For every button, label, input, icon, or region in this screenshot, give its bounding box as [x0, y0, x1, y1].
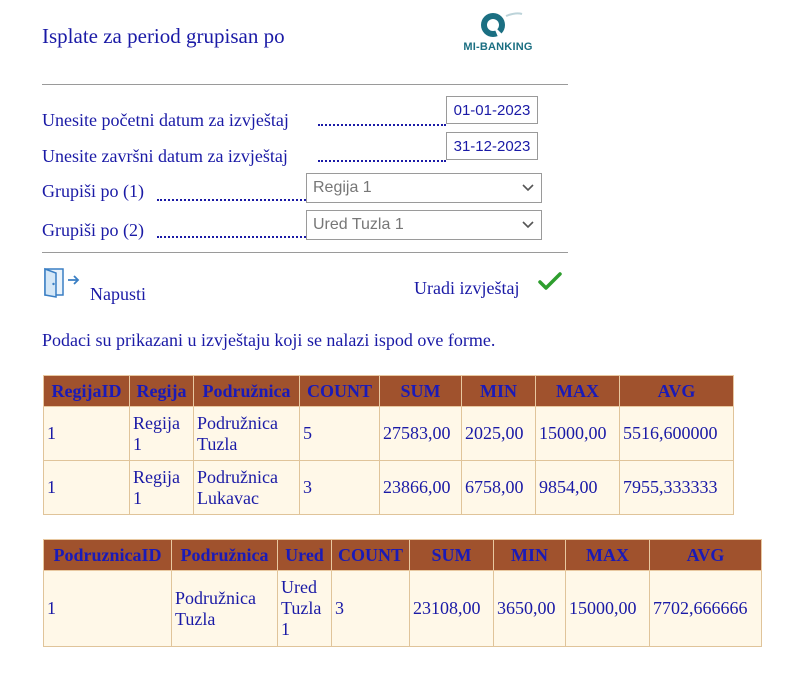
- column-header[interactable]: Podružnica: [171, 539, 278, 571]
- dotted-leader: [318, 124, 446, 126]
- table-cell: Podružnica Tuzla: [171, 570, 278, 647]
- column-header[interactable]: SUM: [379, 375, 462, 407]
- info-note: Podaci su prikazani u izvještaju koji se…: [42, 330, 496, 350]
- table-cell: 5516,600000: [619, 406, 734, 461]
- table-row: 1 Regija 1 Podružnica Tuzla 5 27583,00 2…: [43, 406, 734, 461]
- table-cell: 9854,00: [535, 460, 620, 515]
- exit-button[interactable]: Napusti: [42, 266, 162, 304]
- table-cell: Regija 1: [129, 406, 194, 461]
- table-cell: 15000,00: [565, 570, 650, 647]
- table-cell: 7702,666666: [649, 570, 762, 647]
- group1-label: Grupiši po (1): [42, 181, 144, 201]
- table-cell: 2025,00: [461, 406, 536, 461]
- column-header[interactable]: Ured: [277, 539, 332, 571]
- table-cell: Podružnica Tuzla: [193, 406, 300, 461]
- group1-selected-value: Regija 1: [313, 179, 372, 196]
- table-cell: 6758,00: [461, 460, 536, 515]
- table-cell: 1: [43, 406, 130, 461]
- run-report-button[interactable]: Uradi izvještaj: [414, 270, 564, 300]
- table-cell: 23108,00: [409, 570, 494, 647]
- column-header[interactable]: AVG: [649, 539, 762, 571]
- column-header[interactable]: RegijaID: [43, 375, 130, 407]
- chevron-down-icon: [522, 184, 534, 192]
- column-header[interactable]: MAX: [535, 375, 620, 407]
- column-header[interactable]: AVG: [619, 375, 734, 407]
- exit-button-label: Napusti: [90, 284, 146, 304]
- table-cell: 3: [331, 570, 410, 647]
- table-cell: Ured Tuzla 1: [277, 570, 332, 647]
- table-cell: 1: [43, 460, 130, 515]
- end-date-input[interactable]: 31-12-2023: [446, 132, 538, 160]
- group2-select[interactable]: Ured Tuzla 1: [306, 210, 542, 240]
- table-cell: 3650,00: [493, 570, 566, 647]
- column-header[interactable]: MIN: [461, 375, 536, 407]
- table-row: 1 Podružnica Tuzla Ured Tuzla 1 3 23108,…: [43, 570, 762, 647]
- logo-text: MI-BANKING: [463, 41, 533, 53]
- column-header[interactable]: COUNT: [299, 375, 380, 407]
- report-table-podruznica: PodruznicaID Podružnica Ured COUNT SUM M…: [43, 539, 762, 647]
- column-header[interactable]: Podružnica: [193, 375, 300, 407]
- bottom-divider: [42, 252, 568, 253]
- column-header[interactable]: Regija: [129, 375, 194, 407]
- run-report-label: Uradi izvještaj: [414, 278, 520, 298]
- column-header[interactable]: COUNT: [331, 539, 410, 571]
- dotted-leader: [318, 160, 446, 162]
- table-header-row: RegijaID Regija Podružnica COUNT SUM MIN…: [43, 375, 734, 407]
- dotted-leader: [157, 199, 306, 201]
- report-table-regija: RegijaID Regija Podružnica COUNT SUM MIN…: [43, 375, 734, 515]
- start-date-label: Unesite početni datum za izvještaj: [42, 110, 289, 130]
- table-cell: 15000,00: [535, 406, 620, 461]
- mi-banking-logo: MI-BANKING: [462, 10, 534, 60]
- exit-door-icon: [44, 267, 80, 298]
- start-date-input[interactable]: 01-01-2023: [446, 96, 538, 124]
- table-cell: Regija 1: [129, 460, 194, 515]
- end-date-label: Unesite završni datum za izvještaj: [42, 146, 288, 166]
- table-cell: 23866,00: [379, 460, 462, 515]
- column-header[interactable]: PodruznicaID: [43, 539, 172, 571]
- table-cell: 1: [43, 570, 172, 647]
- table-cell: 5: [299, 406, 380, 461]
- top-divider: [42, 84, 568, 85]
- chevron-down-icon: [522, 221, 534, 229]
- page-title: Isplate za period grupisan po: [42, 24, 285, 48]
- group2-selected-value: Ured Tuzla 1: [313, 216, 404, 233]
- table-header-row: PodruznicaID Podružnica Ured COUNT SUM M…: [43, 539, 762, 571]
- column-header[interactable]: MAX: [565, 539, 650, 571]
- table-cell: 7955,333333: [619, 460, 734, 515]
- column-header[interactable]: SUM: [409, 539, 494, 571]
- bank-logo-icon: [481, 12, 523, 37]
- table-row: 1 Regija 1 Podružnica Lukavac 3 23866,00…: [43, 460, 734, 515]
- group1-select[interactable]: Regija 1: [306, 173, 542, 203]
- checkmark-icon: [538, 272, 562, 290]
- column-header[interactable]: MIN: [493, 539, 566, 571]
- dotted-leader: [157, 236, 306, 238]
- group2-label: Grupiši po (2): [42, 220, 144, 240]
- table-cell: Podružnica Lukavac: [193, 460, 300, 515]
- table-cell: 27583,00: [379, 406, 462, 461]
- table-cell: 3: [299, 460, 380, 515]
